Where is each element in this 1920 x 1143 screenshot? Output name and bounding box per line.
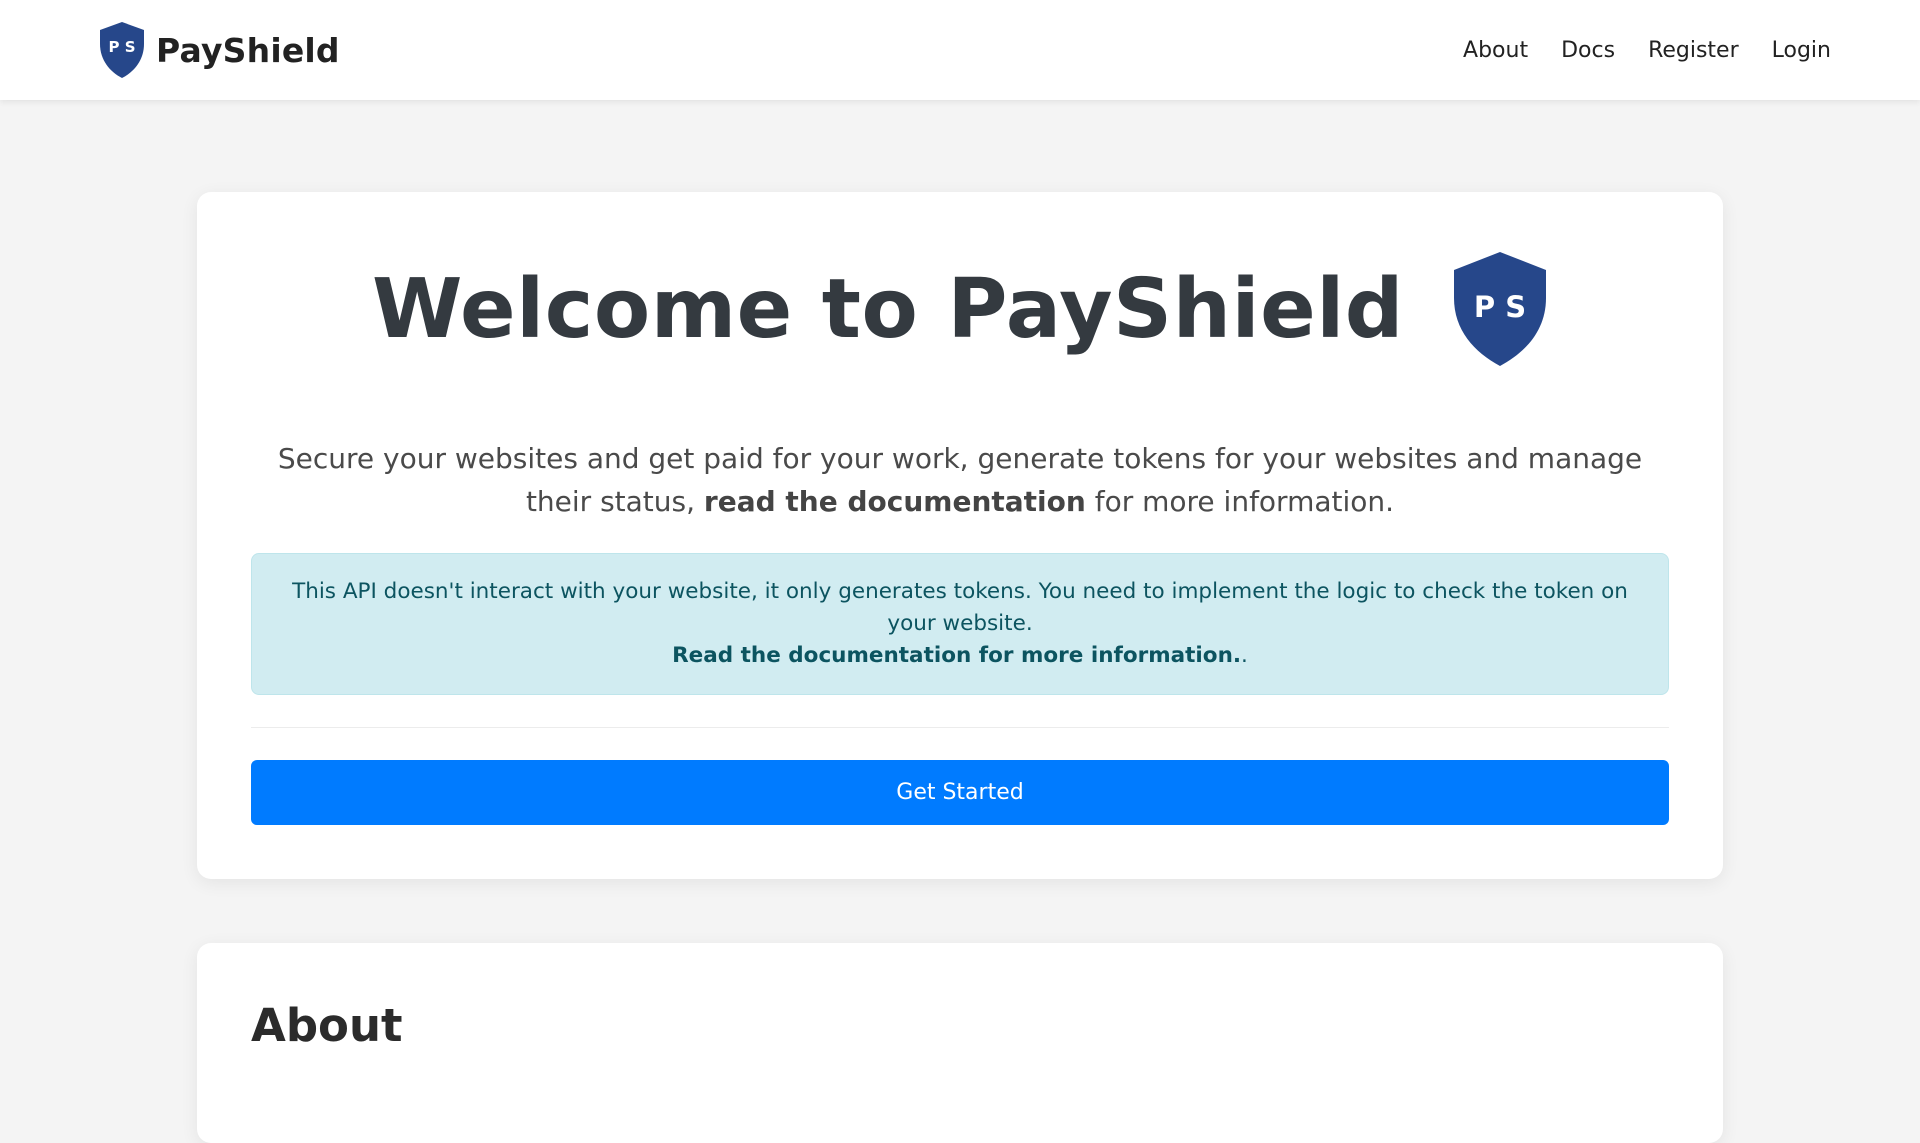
lead-docs-link[interactable]: read the documentation (704, 485, 1086, 518)
brand-logo-initials: P S (108, 38, 135, 56)
shield-icon: P S (1454, 252, 1546, 366)
divider (251, 727, 1669, 728)
hero-card: Welcome to PayShield P S Secure your web… (197, 192, 1723, 879)
nav-link-register[interactable]: Register (1648, 38, 1739, 63)
get-started-button[interactable]: Get Started (251, 760, 1669, 825)
nav-links: About Docs Register Login (1463, 38, 1831, 63)
nav-link-login[interactable]: Login (1772, 38, 1831, 63)
alert-text-end: . (1241, 643, 1248, 668)
alert-docs-link[interactable]: Read the documentation for more informat… (672, 643, 1241, 668)
lead-text-end: for more information. (1085, 485, 1395, 518)
hero-logo-initials: P S (1474, 290, 1526, 324)
nav-link-docs[interactable]: Docs (1561, 38, 1615, 63)
brand-name: PayShield (156, 30, 340, 70)
shield-icon: P S (100, 22, 144, 78)
hero-lead: Secure your websites and get paid for yo… (251, 437, 1669, 523)
page-title: Welcome to PayShield (372, 261, 1404, 357)
info-alert: This API doesn't interact with your webs… (251, 553, 1669, 695)
about-card: About (197, 943, 1723, 1143)
hero-title-row: Welcome to PayShield P S (197, 250, 1723, 368)
about-title: About (251, 999, 403, 1052)
navbar: P S PayShield About Docs Register Login (0, 0, 1920, 100)
brand-link[interactable]: P S PayShield (98, 20, 340, 80)
alert-text: This API doesn't interact with your webs… (292, 579, 1628, 636)
nav-link-about[interactable]: About (1463, 38, 1528, 63)
